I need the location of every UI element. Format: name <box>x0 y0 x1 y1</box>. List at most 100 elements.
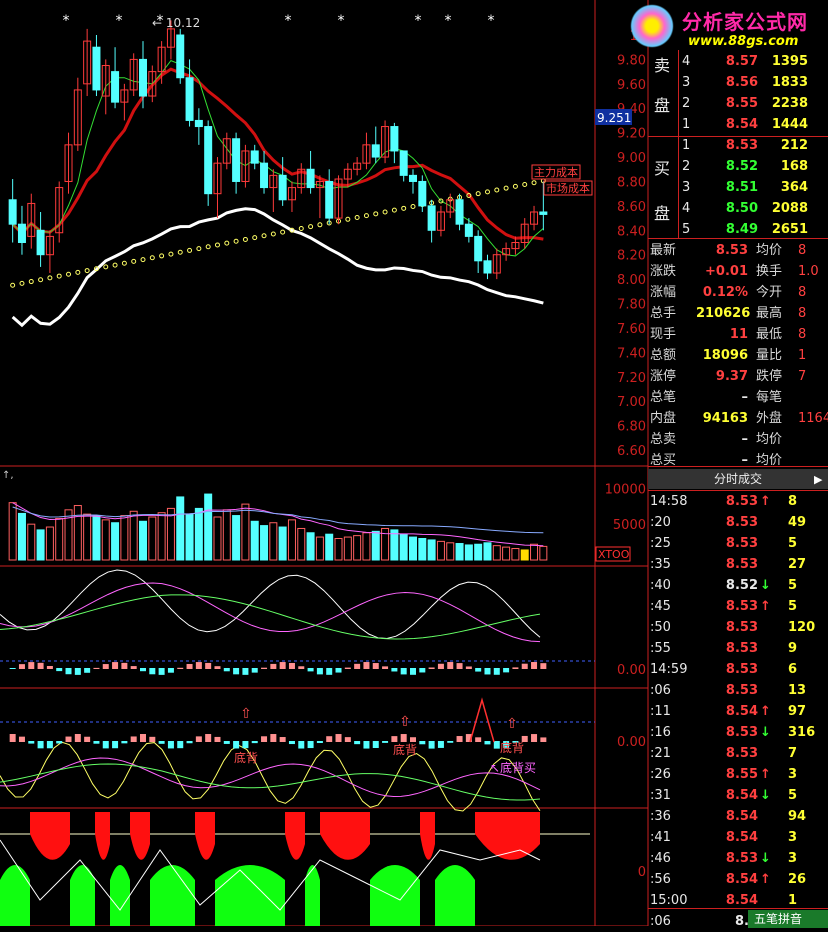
tick-time: :25 <box>650 536 671 551</box>
stat-row[interactable]: 总买 – 均价 <box>648 450 828 471</box>
tick-volume: 49 <box>788 515 807 530</box>
stat-label: 外盘 <box>756 411 783 426</box>
tick-row[interactable]: :36 8.54 94 <box>648 806 828 827</box>
tick-row[interactable]: :50 8.53 120 <box>648 617 828 638</box>
ask-level: 3 <box>682 75 691 90</box>
volume-bar <box>334 538 343 561</box>
logo: 分析家公式网 www.88gs.com <box>628 2 828 52</box>
ask-row[interactable]: 2 8.55 2238 <box>648 93 828 114</box>
tick-row[interactable]: :26 8.55 ↑ 3 <box>648 764 828 785</box>
ticks-tab[interactable]: 分时成交 <box>648 469 828 489</box>
play-arrow-icon[interactable]: ▶ <box>814 473 822 486</box>
indicator2-bar <box>326 736 333 742</box>
indicator2-bar <box>18 736 25 742</box>
stat-value: 8 <box>798 306 807 321</box>
indicator2-bar <box>223 741 230 744</box>
tick-row[interactable]: :25 8.53 5 <box>648 533 828 554</box>
bid-row[interactable]: 3 8.51 364 <box>648 177 828 198</box>
bid-row[interactable]: 4 8.50 2088 <box>648 198 828 219</box>
tick-row[interactable]: :56 8.54 ↑ 26 <box>648 869 828 890</box>
volume-bar <box>148 516 157 561</box>
ma-white-line <box>11 207 544 328</box>
candle <box>185 77 194 121</box>
cost-dot <box>363 213 369 219</box>
tick-row[interactable]: :31 8.54 ↓ 5 <box>648 785 828 806</box>
cost-dot <box>140 257 146 263</box>
tick-row[interactable]: :46 8.53 ↓ 3 <box>648 848 828 869</box>
tick-row[interactable]: :11 8.54 ↑ 97 <box>648 701 828 722</box>
annotation-main-cost: 主力成本 <box>534 165 578 179</box>
indicator1-bar <box>391 668 398 672</box>
indicator2-bar <box>354 741 361 745</box>
candle <box>204 126 213 195</box>
stat-row[interactable]: 总手 210626 最高 8 <box>648 303 828 324</box>
stat-row[interactable]: 总卖 – 均价 <box>648 429 828 450</box>
volume-bar <box>222 509 231 561</box>
ask-row[interactable]: 1 8.54 1444 <box>648 114 828 135</box>
bid-row[interactable]: 1 8.53 212 <box>648 135 828 156</box>
input-method-bar[interactable]: 五笔拼音 <box>748 910 828 928</box>
ask-row[interactable]: 4 8.57 1395 <box>648 51 828 72</box>
indicator2-bar <box>158 741 165 744</box>
tick-row[interactable]: :45 8.53 ↑ 5 <box>648 596 828 617</box>
stat-label: 均价 <box>756 243 783 258</box>
ask-row[interactable]: 3 8.56 1833 <box>648 72 828 93</box>
volume-bar <box>250 520 259 561</box>
tick-direction-icon: ↓ <box>760 851 771 866</box>
cost-dot <box>56 273 62 279</box>
ask-volume: 1444 <box>771 117 808 132</box>
cost-dot <box>391 207 397 213</box>
bid-level: 2 <box>682 159 691 174</box>
indicator2-bar <box>46 741 53 749</box>
price-tick: 9.60 <box>617 78 646 93</box>
stat-value: 18096 <box>702 348 748 363</box>
tick-row[interactable]: 15:00 8.54 1 <box>648 890 828 911</box>
stat-value: 1 <box>798 348 807 363</box>
stat-row[interactable]: 内盘 94163 外盘 1164 <box>648 408 828 429</box>
tick-row[interactable]: :20 8.53 49 <box>648 512 828 533</box>
ask-price: 8.56 <box>725 75 758 90</box>
tick-row[interactable]: 14:59 8.53 6 <box>648 659 828 680</box>
indicator2-bar <box>242 741 249 749</box>
stat-value: – <box>741 453 749 468</box>
stat-row[interactable]: 涨跌 +0.01 换手 1.0 <box>648 261 828 282</box>
stat-row[interactable]: 总额 18096 量比 1 <box>648 345 828 366</box>
star-mark: * <box>116 13 123 29</box>
indicator2-bar <box>410 737 416 742</box>
candle <box>483 260 492 274</box>
price-tick: 9.00 <box>617 151 646 166</box>
tick-row[interactable]: :55 8.53 9 <box>648 638 828 659</box>
tick-time: :36 <box>650 809 671 824</box>
price-tick: 9.20 <box>617 127 646 142</box>
tick-row[interactable]: :41 8.54 3 <box>648 827 828 848</box>
tick-row[interactable]: :21 8.53 7 <box>648 743 828 764</box>
tick-volume: 3 <box>788 767 798 782</box>
tick-time: :31 <box>650 788 671 803</box>
tick-row[interactable]: :06 8.53 13 <box>648 680 828 701</box>
stat-row[interactable]: 涨幅 0.12% 今开 8 <box>648 282 828 303</box>
indicator2-bar <box>344 737 351 742</box>
volume-bar <box>390 529 399 561</box>
indicator1-bar <box>186 663 193 669</box>
indicator3-green-area <box>435 865 475 926</box>
tick-row[interactable]: :35 8.53 27 <box>648 554 828 575</box>
bid-volume: 212 <box>780 138 808 153</box>
stat-row[interactable]: 最新 8.53 均价 8 <box>648 240 828 261</box>
tick-direction-icon: ↑ <box>760 704 771 719</box>
stat-row[interactable]: 现手 11 最低 8 <box>648 324 828 345</box>
stat-row[interactable]: 涨停 9.37 跌停 7 <box>648 366 828 387</box>
tick-row[interactable]: :16 8.53 ↓ 316 <box>648 722 828 743</box>
indicator1-bar <box>540 663 547 669</box>
tick-row[interactable]: :40 8.52 ↓ 5 <box>648 575 828 596</box>
tick-price: 8.53 <box>725 536 758 551</box>
indicator1-bar <box>28 662 35 669</box>
stat-row[interactable]: 总笔 – 每笔 <box>648 387 828 408</box>
bid-row[interactable]: 5 8.49 2651 <box>648 219 828 240</box>
tick-row[interactable]: 14:58 8.53 ↑ 8 <box>648 491 828 512</box>
stat-label: 总手 <box>650 306 677 321</box>
bid-row[interactable]: 2 8.52 168 <box>648 156 828 177</box>
candle <box>232 138 241 182</box>
indicator2-green-line <box>0 763 541 801</box>
indicator1-bar <box>316 668 323 675</box>
indicator3-green-area <box>370 865 420 926</box>
